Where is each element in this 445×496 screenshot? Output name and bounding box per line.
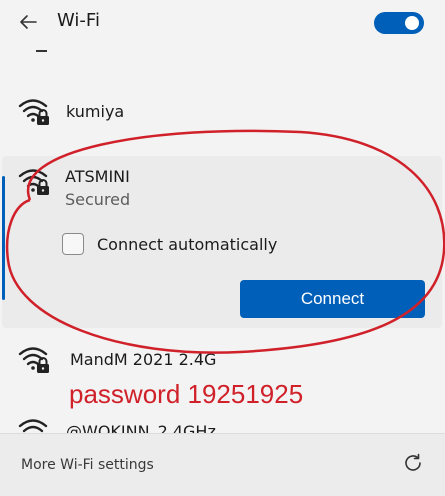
network-item-kumiya[interactable]: kumiya	[0, 90, 445, 134]
page-title: Wi-Fi	[57, 10, 100, 31]
selection-indicator	[2, 176, 5, 300]
network-status: Secured	[65, 190, 131, 209]
password-annotation: password 19251925	[69, 379, 304, 409]
wifi-secured-icon	[18, 99, 49, 125]
network-name: ATSMINI	[65, 167, 130, 186]
toggle-knob	[405, 16, 419, 30]
refresh-icon[interactable]	[401, 451, 425, 475]
wifi-secured-icon	[18, 169, 49, 195]
network-item-mandm[interactable]: MandM 2021 2.4G	[0, 336, 445, 380]
wifi-secured-icon	[18, 347, 49, 373]
wifi-toggle[interactable]	[374, 12, 424, 34]
connect-automatically-label[interactable]: Connect automatically	[97, 235, 277, 254]
network-name: MandM 2021 2.4G	[70, 350, 217, 369]
back-arrow-icon[interactable]	[16, 10, 40, 34]
partial-network-above	[36, 50, 47, 52]
connect-button[interactable]: Connect	[240, 280, 425, 318]
connect-automatically-checkbox[interactable]	[62, 233, 84, 255]
network-name: kumiya	[66, 102, 125, 121]
more-wifi-settings-link[interactable]: More Wi-Fi settings	[21, 457, 154, 473]
